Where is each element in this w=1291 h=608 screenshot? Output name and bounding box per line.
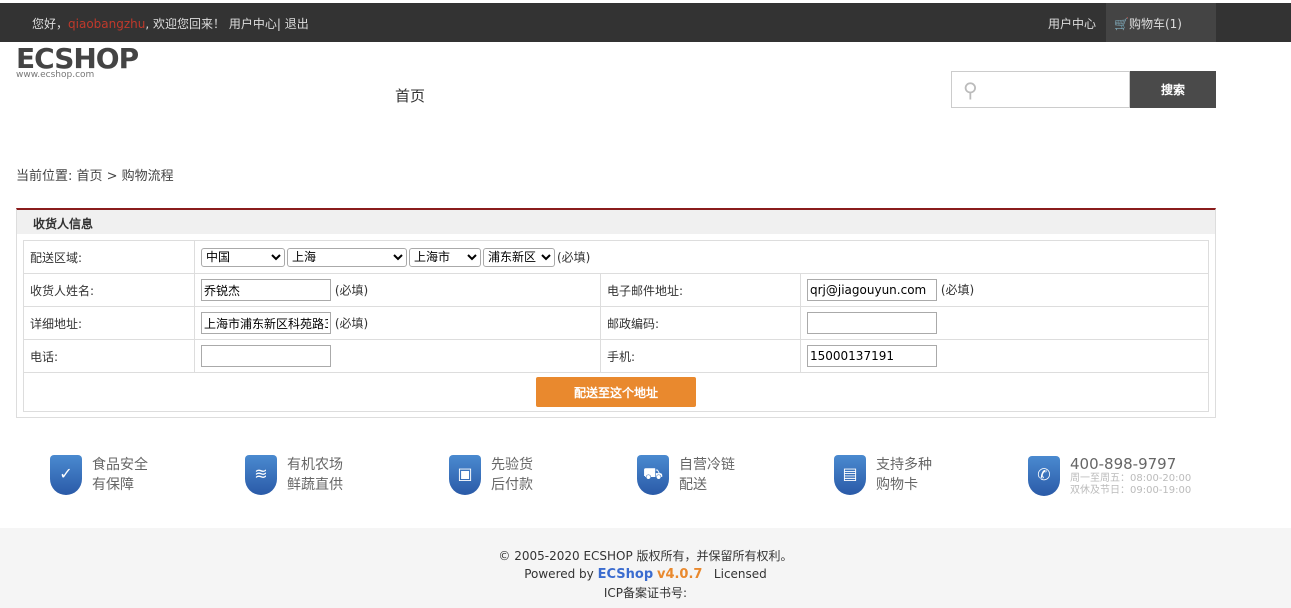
tel-label: 电话: [24,340,195,373]
required-note: (必填) [335,317,368,331]
province-select[interactable]: 上海 [287,248,407,267]
feature-line2: 有保障 [92,475,148,495]
logo[interactable]: ECSHOPwww.ecshop.com [16,44,138,80]
shield-phone-icon: ✆ [1028,456,1060,496]
address-input[interactable] [201,312,331,334]
mobile-input[interactable] [807,345,937,367]
copyright: © 2005-2020 ECSHOP 版权所有，并保留所有权利。 [0,547,1291,565]
panel-title: 收货人信息 [17,210,1215,234]
search-input[interactable]: ⚲ [951,71,1130,108]
user-center-top-link[interactable]: 用户中心 [1048,15,1096,32]
city-select[interactable]: 上海市 [409,248,481,267]
footer: © 2005-2020 ECSHOP 版权所有，并保留所有权利。 Powered… [0,528,1291,608]
zip-label: 邮政编码: [601,307,801,340]
greeting: 您好，qiaobangzhu, 欢迎您回来！ 用户中心| 退出 [32,15,309,32]
feature-cold-chain: ⛟ 自营冷链配送 [637,455,735,495]
mobile-label: 手机: [601,340,801,373]
name-label: 收货人姓名: [24,274,195,307]
user-center-link[interactable]: 用户中心| [229,17,281,31]
version: v4.0.7 [657,567,703,582]
feature-inspect-first: ▣ 先验货后付款 [449,455,533,495]
required-note: (必填) [557,250,590,264]
feature-line1: 先验货 [491,455,533,475]
powered-by: Powered by [524,567,594,581]
icp-number: ICP备案证书号: [0,584,1291,602]
zip-input[interactable] [807,312,937,334]
name-input[interactable] [201,279,331,301]
country-select[interactable]: 中国 [201,248,285,267]
top-bar: 您好，qiaobangzhu, 欢迎您回来！ 用户中心| 退出 用户中心 🛒购物… [0,3,1291,42]
ship-to-address-button[interactable]: 配送至这个地址 [536,377,696,407]
greeting-text: 您好， [32,17,68,31]
feature-gift-card: ▤ 支持多种购物卡 [834,455,932,495]
licensed: Licensed [714,567,767,581]
search-button[interactable]: 搜索 [1130,71,1216,108]
username: qiaobangzhu [68,17,145,31]
search-icon: ⚲ [963,78,978,102]
email-input[interactable] [807,279,937,301]
address-label: 详细地址: [24,307,195,340]
region-label: 配送区域: [24,241,195,274]
cart-icon: 🛒 [1114,17,1129,31]
feature-line1: 食品安全 [92,455,148,475]
nav-home[interactable]: 首页 [395,85,425,106]
required-note: (必填) [941,283,974,297]
shield-check-icon: ✓ [50,455,82,495]
cart-label: 购物车(1) [1129,17,1182,31]
tel-input[interactable] [201,345,331,367]
shield-farm-icon: ≋ [245,455,277,495]
required-note: (必填) [335,284,368,298]
logout-link[interactable]: 退出 [285,17,309,31]
hours-weekend: 双休及节日：09:00-19:00 [1070,485,1191,497]
shield-card-icon: ▤ [834,455,866,495]
consignee-panel: 收货人信息 配送区域: 中国上海上海市浦东新区(必填) 收货人姓名: (必填) … [16,208,1216,418]
welcome-text: , 欢迎您回来！ [145,17,225,31]
email-label: 电子邮件地址: [601,274,801,307]
feature-line1: 自营冷链 [679,455,735,475]
hours-weekday: 周一至周五：08:00-20:00 [1070,473,1191,485]
ecshop-link[interactable]: ECShop [598,567,654,582]
feature-line2: 后付款 [491,475,533,495]
feature-organic-farm: ≋ 有机农场鲜蔬直供 [245,455,343,495]
shield-box-icon: ▣ [449,455,481,495]
hotline-number: 400-898-9797 [1070,455,1191,473]
feature-line1: 有机农场 [287,455,343,475]
breadcrumb: 当前位置: 首页 > 购物流程 [16,165,174,184]
feature-line1: 支持多种 [876,455,932,475]
feature-food-safety: ✓ 食品安全有保障 [50,455,148,495]
consignee-form: 配送区域: 中国上海上海市浦东新区(必填) 收货人姓名: (必填) 电子邮件地址… [23,240,1209,412]
shield-truck-icon: ⛟ [637,455,669,495]
search-bar: ⚲ 搜索 [951,71,1216,108]
cart-button[interactable]: 🛒购物车(1) [1106,3,1216,42]
feature-line2: 鲜蔬直供 [287,475,343,495]
feature-line2: 配送 [679,475,735,495]
feature-line2: 购物卡 [876,475,932,495]
district-select[interactable]: 浦东新区 [483,248,555,267]
hotline: ✆ 400-898-9797周一至周五：08:00-20:00双休及节日：09:0… [1028,455,1191,497]
